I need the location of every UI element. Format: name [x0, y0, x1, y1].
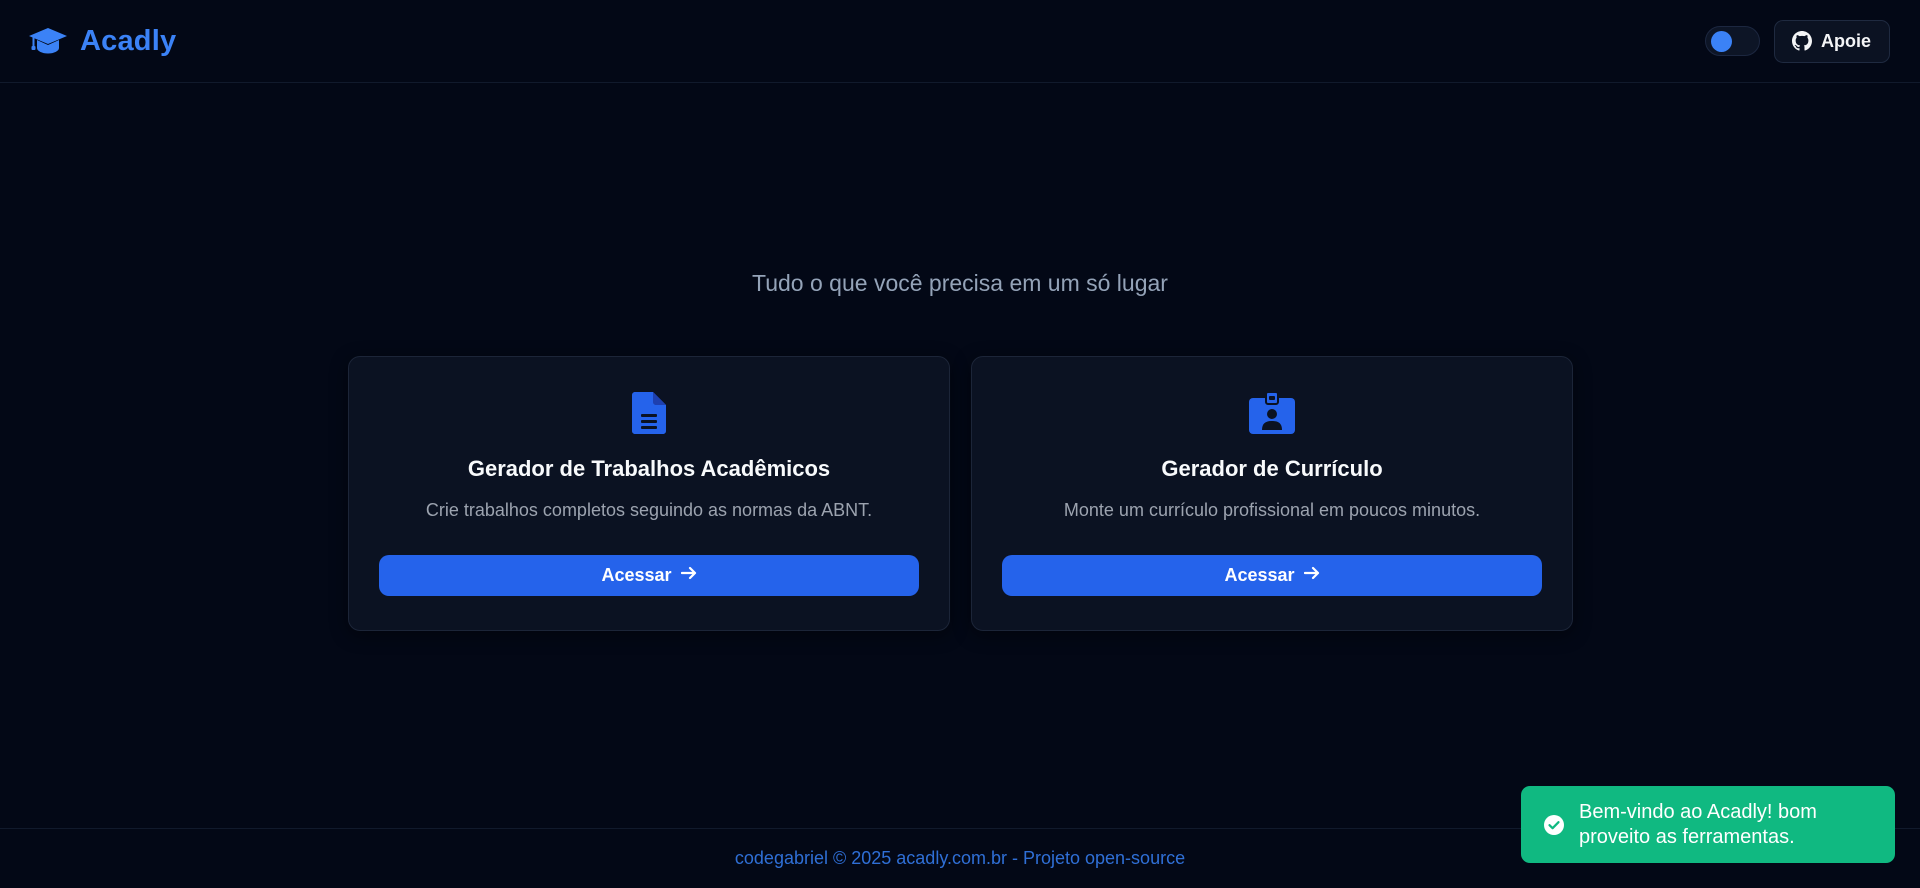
graduation-cap-icon [28, 26, 68, 56]
document-icon [626, 390, 672, 436]
access-resume-button[interactable]: Acessar [1002, 555, 1542, 596]
welcome-toast[interactable]: Bem-vindo ao Acadly! bom proveito as fer… [1521, 786, 1895, 863]
card-academic-papers: Gerador de Trabalhos Acadêmicos Crie tra… [348, 356, 950, 631]
card-description: Crie trabalhos completos seguindo as nor… [425, 500, 873, 520]
tool-cards: Gerador de Trabalhos Acadêmicos Crie tra… [348, 356, 1573, 631]
toggle-knob [1710, 31, 1732, 52]
card-title: Gerador de Trabalhos Acadêmicos [467, 456, 831, 481]
theme-toggle[interactable] [1704, 26, 1760, 56]
brand-name: Acadly [80, 24, 177, 57]
arrow-right-icon [1303, 565, 1320, 586]
id-badge-icon [1249, 390, 1295, 436]
support-button[interactable]: Apoie [1773, 19, 1890, 63]
button-label: Acessar [601, 565, 672, 585]
github-icon [1791, 31, 1812, 51]
toast-message: Bem-vindo ao Acadly! bom proveito as fer… [1579, 800, 1817, 848]
page: Acadly Apoie Tudo o que você precisa em … [0, 0, 1920, 888]
card-resume: Gerador de Currículo Monte um currículo … [971, 356, 1573, 631]
brand-logo[interactable]: Acadly [28, 25, 176, 58]
card-description: Monte um currículo profissional em pouco… [1063, 500, 1481, 520]
button-label: Acessar [1224, 565, 1295, 585]
arrow-right-icon [680, 565, 697, 586]
page-tagline: Tudo o que você precisa em um só lugar [752, 270, 1168, 296]
check-circle-icon [1543, 814, 1565, 836]
footer-text: codegabriel © 2025 acadly.com.br - Proje… [734, 848, 1186, 868]
header-actions: Apoie [1704, 19, 1890, 63]
top-navbar: Acadly Apoie [0, 0, 1920, 83]
card-title: Gerador de Currículo [1161, 456, 1383, 481]
access-academic-button[interactable]: Acessar [379, 555, 919, 596]
support-label: Apoie [1820, 30, 1871, 51]
